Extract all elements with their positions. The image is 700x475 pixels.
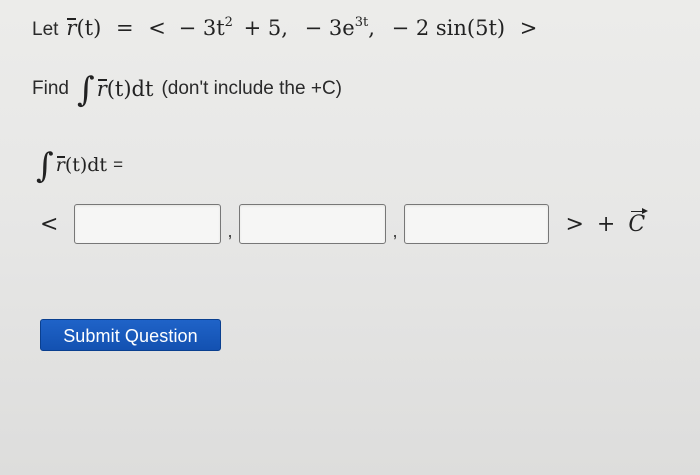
close-angle-bracket: > xyxy=(519,16,538,40)
component-1-rest: + 5, xyxy=(243,16,288,40)
answer-field-3[interactable] xyxy=(404,204,550,244)
vector-r-symbol: r xyxy=(66,16,77,40)
integral-sign: ∫ xyxy=(76,70,95,110)
integrand: r(t)dt xyxy=(97,77,154,101)
plus-c-note: (don't include the +C) xyxy=(161,78,342,99)
submit-question-button[interactable]: Submit Question xyxy=(40,319,221,351)
vector-function-expression: r(t) = < − 3t2 + 5, − 3e3t, − 2 sin(5t) … xyxy=(66,16,537,40)
answer-open-bracket: < xyxy=(40,211,59,237)
find-label: Find xyxy=(32,78,69,99)
component-2-coef: − 3e xyxy=(304,16,355,40)
field-separator-1: , xyxy=(227,220,233,241)
answer-integral-sign: ∫ xyxy=(36,146,54,186)
function-arg: (t) xyxy=(76,16,102,40)
equals-sign: = xyxy=(115,16,134,40)
answer-close-plus-c: > + C xyxy=(565,207,649,237)
answer-close-bracket: > xyxy=(565,211,584,237)
answer-integrand: r(t)dt xyxy=(56,154,107,176)
answer-field-2[interactable] xyxy=(239,204,387,244)
component-2-comma: , xyxy=(368,16,375,40)
component-1-coef: − 3t xyxy=(178,16,225,40)
integrand-arg: (t)dt xyxy=(106,77,154,101)
question-page: Let r(t) = < − 3t2 + 5, − 3e3t, − 2 sin(… xyxy=(0,0,700,475)
plus-sign: + xyxy=(596,211,616,237)
find-instruction: Find ∫ r(t)dt (don't include the +C) xyxy=(32,70,342,110)
answer-integrand-arg: (t)dt xyxy=(64,154,108,176)
component-3: − 2 sin(5t) xyxy=(391,16,506,40)
let-label: Let xyxy=(32,19,59,40)
vector-function-definition: Let r(t) = < − 3t2 + 5, − 3e3t, − 2 sin(… xyxy=(32,16,537,41)
answer-field-1[interactable] xyxy=(74,204,222,244)
constant-vector-c: C xyxy=(628,207,649,237)
component-1-exponent: 2 xyxy=(224,15,233,30)
open-angle-bracket: < xyxy=(148,16,166,40)
vector-r-symbol: r xyxy=(55,154,65,176)
component-2-exponent: 3t xyxy=(354,15,369,30)
answer-label: ∫ r(t)dt = xyxy=(36,146,124,186)
vector-r-symbol: r xyxy=(96,77,107,101)
field-separator-2: , xyxy=(392,220,398,241)
answer-vector-row: < , , > + C xyxy=(40,204,649,244)
answer-equals-sign: = xyxy=(113,155,124,174)
